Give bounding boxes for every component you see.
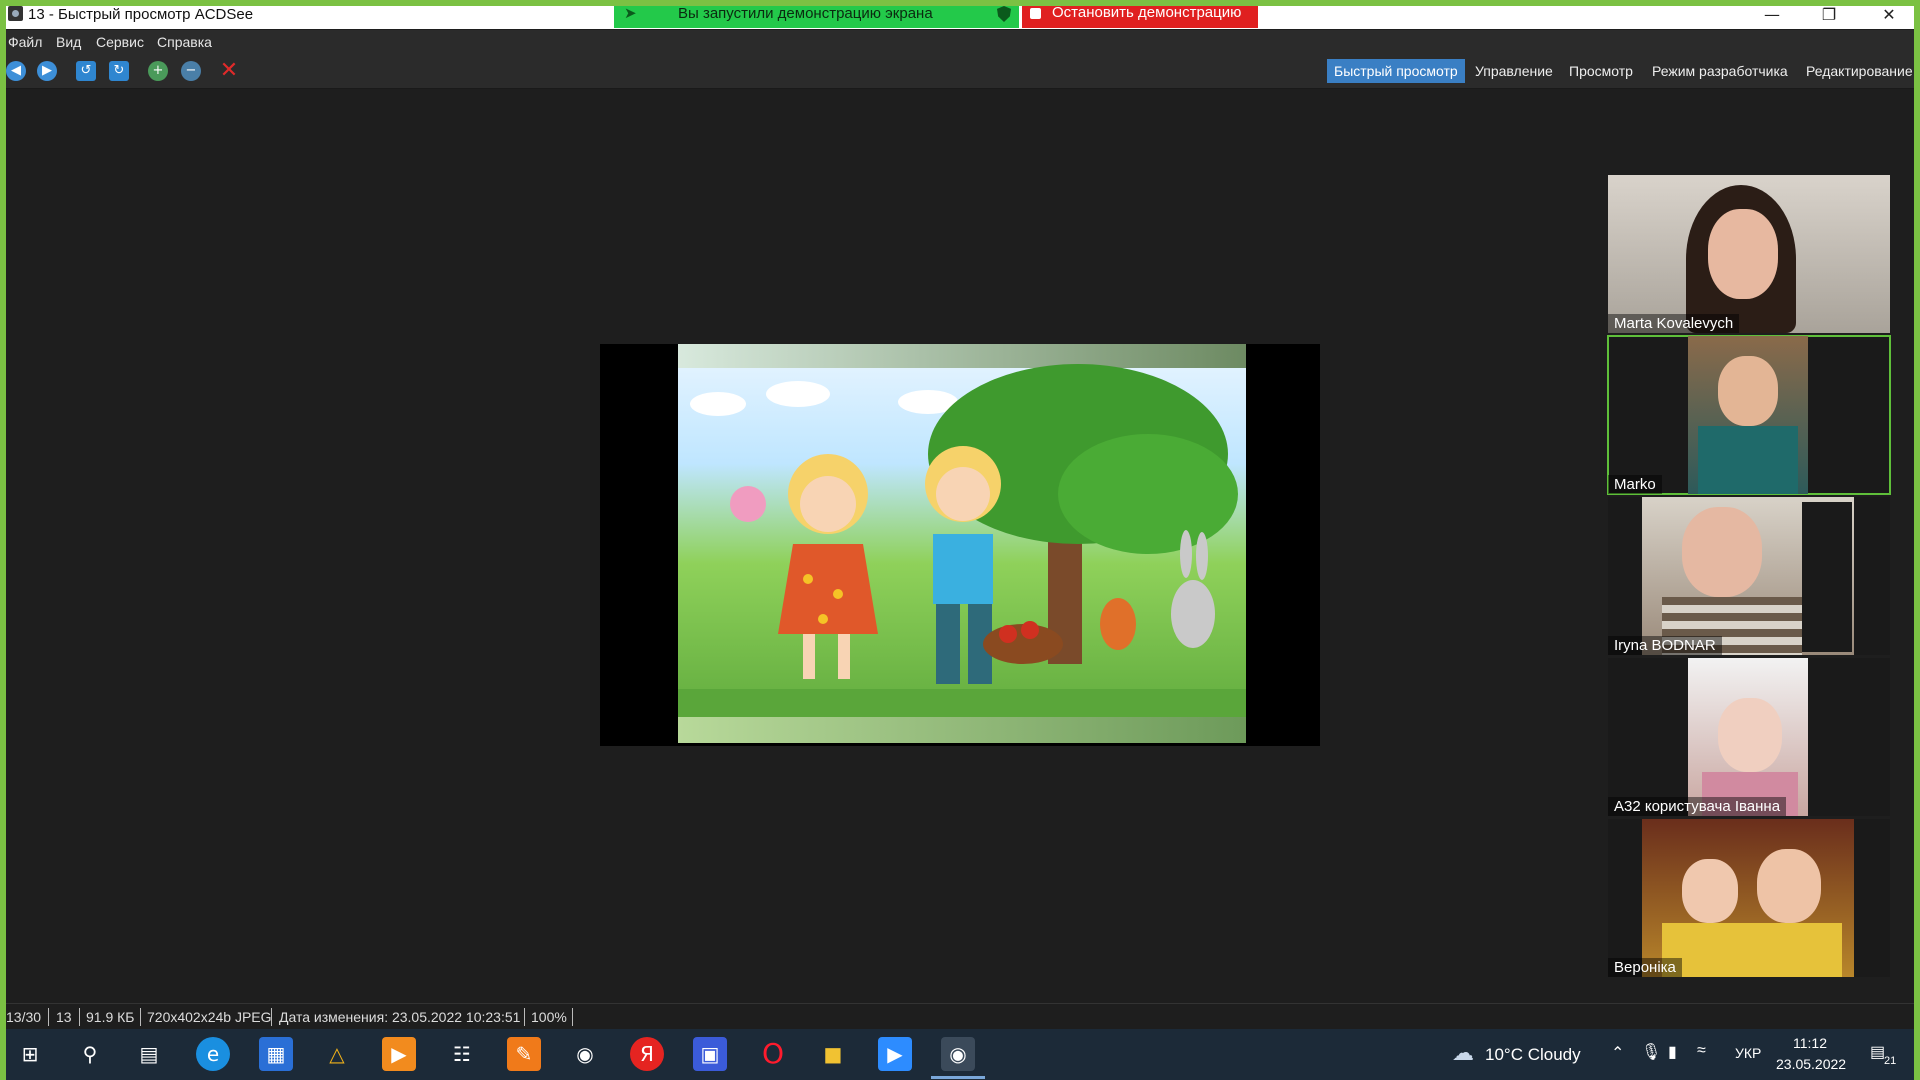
status-separator (79, 1008, 80, 1026)
menu-file[interactable]: Файл (8, 34, 42, 50)
participant-video-5 (1642, 819, 1854, 977)
stop-share-button[interactable]: Остановить демонстрацию (1022, 0, 1258, 28)
participant-name-1: Marta Kovalevych (1608, 314, 1740, 333)
minimize-icon[interactable]: — (1749, 0, 1795, 29)
stop-icon (1030, 8, 1041, 19)
weather-text[interactable]: 10°C Cloudy (1485, 1045, 1581, 1065)
acdsee-app-icon (8, 6, 23, 21)
status-file-size: 91.9 КБ (86, 1009, 135, 1025)
menu-service[interactable]: Сервис (96, 34, 144, 50)
status-dimensions: 720x402x24b JPEG (147, 1009, 272, 1025)
tab-developer[interactable]: Режим разработчика (1645, 59, 1795, 83)
search-icon[interactable]: ⚲ (73, 1037, 107, 1071)
acdsee-icon[interactable]: ◉ (568, 1037, 602, 1071)
participant-video-1 (1608, 175, 1890, 333)
screen-share-banner: ➤ Вы запустили демонстрацию экрана (614, 0, 1019, 28)
window-title: 13 - Быстрый просмотр ACDSee (28, 6, 254, 23)
windows-start-icon[interactable]: ⊞ (13, 1037, 47, 1071)
delete-icon[interactable]: ✕ (219, 60, 239, 82)
status-separator (271, 1008, 272, 1026)
participant-name-4: A32 користувача Іванна (1608, 797, 1787, 816)
participant-tile-4[interactable]: A32 користувача Іванна (1608, 658, 1890, 816)
menu-bar: Файл Вид Сервис Справка (0, 30, 1920, 54)
battery-icon[interactable]: ▮ (1668, 1042, 1677, 1062)
participant-tile-1[interactable]: Marta Kovalevych (1608, 175, 1890, 333)
back-icon[interactable]: ◀ (6, 61, 26, 81)
zoom-app-icon[interactable]: ▶ (878, 1037, 912, 1071)
forward-icon[interactable]: ▶ (37, 61, 57, 81)
file-explorer-icon[interactable]: ■ (816, 1037, 850, 1071)
tab-edit[interactable]: Редактирование (1799, 59, 1920, 83)
participant-video-3 (1642, 497, 1854, 655)
participant-tile-5[interactable]: Вероніка (1608, 819, 1890, 977)
notification-icon[interactable]: ▤ (1870, 1042, 1885, 1062)
chevron-up-icon[interactable]: ⌃ (1611, 1043, 1624, 1063)
image-bottom-band (678, 717, 1246, 743)
participant-tile-2[interactable]: Marko (1607, 335, 1891, 495)
acdsee-running-icon[interactable]: ◉ (931, 1037, 985, 1079)
notification-count: 21 (1884, 1055, 1897, 1067)
status-separator (572, 1008, 573, 1026)
store-icon[interactable]: ▦ (259, 1037, 293, 1071)
stop-share-label: Остановить демонстрацию (1052, 4, 1242, 21)
participant-video-2 (1688, 336, 1808, 494)
status-separator (48, 1008, 49, 1026)
zoom-in-icon[interactable]: + (148, 61, 168, 81)
clock-time[interactable]: 11:12 (1793, 1035, 1827, 1051)
edge-icon[interactable]: e (196, 1037, 230, 1071)
status-bar: 13/30 13 91.9 КБ 720x402x24b JPEG Дата и… (0, 1003, 1920, 1030)
status-zoom: 100% (531, 1009, 567, 1025)
triangle-app-icon[interactable]: △ (320, 1037, 354, 1071)
windows-taskbar: ⊞ ⚲ ▤ e ▦ △ ▶ ☷ ✎ ◉ Я ▣ O ■ ▶ ◉ ☁ 10°C C… (0, 1029, 1920, 1080)
rotate-right-icon[interactable]: ↻ (109, 61, 129, 81)
zoom-out-icon[interactable]: − (181, 61, 201, 81)
language-indicator[interactable]: УКР (1735, 1045, 1761, 1061)
status-separator (140, 1008, 141, 1026)
menu-help[interactable]: Справка (157, 34, 212, 50)
media-player-icon[interactable]: ▶ (382, 1037, 416, 1071)
shield-icon (997, 6, 1011, 22)
menu-view[interactable]: Вид (56, 34, 81, 50)
microphone-icon[interactable]: 🎙 (1641, 1042, 1661, 1062)
task-view-icon[interactable]: ▤ (132, 1037, 166, 1071)
tab-view[interactable]: Просмотр (1562, 59, 1640, 83)
clock-date[interactable]: 23.05.2022 (1776, 1056, 1846, 1072)
save-disk-icon[interactable]: ▣ (693, 1037, 727, 1071)
status-number: 13 (56, 1009, 72, 1025)
share-banner-text: Вы запустили демонстрацию экрана (678, 5, 933, 22)
opera-icon[interactable]: O (756, 1037, 790, 1071)
status-modified-date: Дата изменения: 23.05.2022 10:23:51 (279, 1009, 521, 1025)
pdf-icon[interactable]: ✎ (507, 1037, 541, 1071)
close-icon[interactable]: ✕ (1866, 0, 1912, 29)
participant-name-3: Iryna BODNAR (1608, 636, 1722, 655)
tab-manage[interactable]: Управление (1468, 59, 1560, 83)
toolbar: ◀ ▶ ↺ ↻ + − ✕ Быстрый просмотр Управлени… (0, 54, 1920, 89)
status-separator (524, 1008, 525, 1026)
participant-tile-3[interactable]: Iryna BODNAR (1608, 497, 1890, 655)
restore-icon[interactable]: ❐ (1806, 0, 1852, 29)
cartoon-illustration (678, 364, 1246, 743)
participant-video-4 (1688, 658, 1808, 816)
status-index: 13/30 (6, 1009, 42, 1025)
weather-cloud-icon[interactable]: ☁ (1446, 1037, 1480, 1071)
share-arrow-icon: ➤ (624, 5, 637, 22)
wifi-icon[interactable]: ≈ (1697, 1042, 1706, 1060)
video-editor-icon[interactable]: ☷ (445, 1037, 479, 1071)
tab-quick-view[interactable]: Быстрый просмотр (1327, 59, 1465, 83)
cartoon-image (678, 344, 1246, 743)
rotate-left-icon[interactable]: ↺ (76, 61, 96, 81)
yandex-browser-icon[interactable]: Я (630, 1037, 664, 1071)
participant-name-2: Marko (1608, 475, 1662, 494)
participant-name-5: Вероніка (1608, 958, 1682, 977)
